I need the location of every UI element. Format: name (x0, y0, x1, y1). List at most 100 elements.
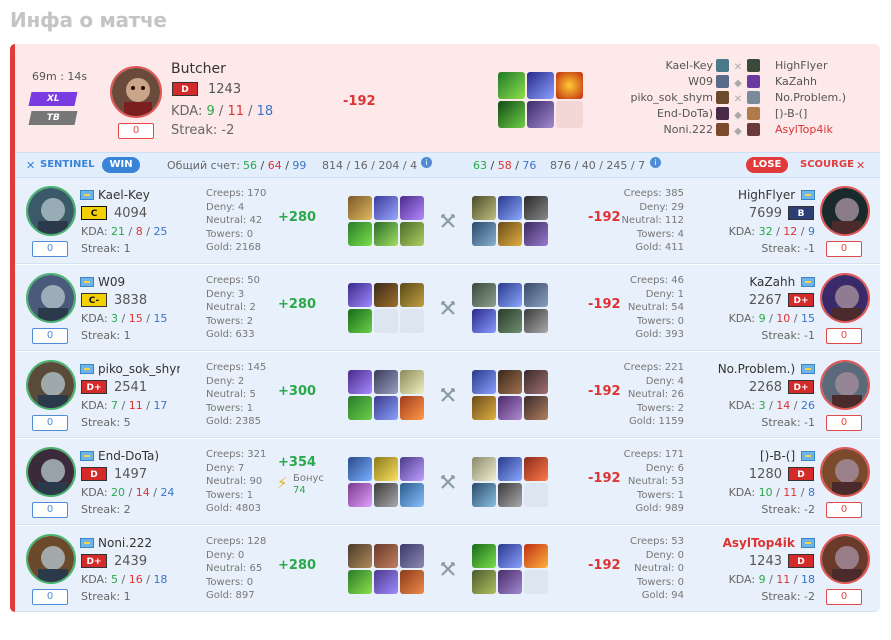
item-icon[interactable] (472, 570, 496, 594)
item-icon[interactable] (374, 570, 398, 594)
versus-left-name[interactable]: piko_sok_shym (610, 90, 713, 106)
item-icon[interactable] (400, 544, 424, 568)
left-player-avatar[interactable] (26, 186, 76, 236)
versus-right-name[interactable]: AsylTop4ik (775, 122, 875, 138)
right-player-name[interactable]: KaZahh (700, 275, 815, 289)
item-icon[interactable] (498, 396, 522, 420)
left-player-name[interactable]: End-DoTa) (80, 449, 180, 463)
item-icon[interactable] (524, 283, 548, 307)
right-score-badge[interactable]: 0 (826, 415, 862, 431)
right-score-badge[interactable]: 0 (826, 241, 862, 257)
item-icon[interactable] (472, 370, 496, 394)
left-score-badge[interactable]: 0 (32, 589, 68, 605)
item-icon[interactable] (524, 309, 548, 333)
item-icon[interactable] (527, 72, 554, 99)
item-icon[interactable] (400, 283, 424, 307)
left-player-name-text[interactable]: Noni.222 (98, 536, 152, 550)
right-player-name-text[interactable]: KaZahh (749, 275, 795, 289)
item-icon[interactable] (348, 457, 372, 481)
left-score-badge[interactable]: 0 (32, 241, 68, 257)
item-icon[interactable] (374, 222, 398, 246)
right-player-avatar[interactable] (820, 360, 870, 410)
item-icon[interactable] (472, 283, 496, 307)
left-player-name[interactable]: W09 (80, 275, 180, 289)
item-icon[interactable] (400, 457, 424, 481)
left-player-avatar[interactable] (26, 360, 76, 410)
right-player-name[interactable]: [)-B-(] (700, 449, 815, 463)
left-player-name[interactable]: piko_sok_shym (80, 362, 180, 376)
item-icon[interactable] (498, 457, 522, 481)
hero-avatar[interactable] (110, 66, 162, 118)
right-player-name-text[interactable]: AsylTop4ik (723, 536, 795, 550)
item-icon[interactable] (348, 196, 372, 220)
right-player-name[interactable]: No.Problem.) (700, 362, 815, 376)
item-icon[interactable] (400, 196, 424, 220)
right-score-badge[interactable]: 0 (826, 502, 862, 518)
versus-left-name[interactable]: End-DoTa) (610, 106, 713, 122)
versus-right-name[interactable]: KaZahh (775, 74, 875, 90)
item-icon[interactable] (524, 544, 548, 568)
item-icon[interactable] (348, 283, 372, 307)
item-icon[interactable] (472, 309, 496, 333)
right-player-name-text[interactable]: HighFlyer (738, 188, 795, 202)
item-icon[interactable] (400, 483, 424, 507)
item-icon[interactable] (472, 396, 496, 420)
item-icon[interactable] (527, 101, 554, 128)
right-player-avatar[interactable] (820, 273, 870, 323)
item-icon[interactable] (374, 283, 398, 307)
right-player-avatar[interactable] (820, 186, 870, 236)
item-icon[interactable] (472, 457, 496, 481)
item-icon[interactable] (374, 457, 398, 481)
versus-left-name[interactable]: W09 (610, 74, 713, 90)
info-icon[interactable]: i (650, 157, 661, 168)
item-icon[interactable] (498, 370, 522, 394)
item-icon[interactable] (498, 196, 522, 220)
item-icon[interactable] (348, 370, 372, 394)
left-player-name-text[interactable]: End-DoTa) (98, 449, 159, 463)
versus-left-name[interactable]: Kael-Key (610, 58, 714, 74)
item-icon[interactable] (348, 544, 372, 568)
item-icon[interactable] (472, 222, 496, 246)
item-icon[interactable] (400, 222, 424, 246)
versus-left-name[interactable]: Noni.222 (610, 122, 713, 138)
versus-right-name[interactable]: No.Problem.) (775, 90, 875, 106)
left-score-badge[interactable]: 0 (32, 502, 68, 518)
right-player-name[interactable]: HighFlyer (700, 188, 815, 202)
left-player-avatar[interactable] (26, 447, 76, 497)
item-icon[interactable] (556, 72, 583, 99)
item-icon[interactable] (498, 483, 522, 507)
item-icon[interactable] (498, 101, 525, 128)
right-player-avatar[interactable] (820, 447, 870, 497)
left-score-badge[interactable]: 0 (32, 328, 68, 344)
hero-score-badge[interactable]: 0 (118, 123, 154, 139)
item-icon[interactable] (348, 309, 372, 333)
item-icon[interactable] (524, 196, 548, 220)
item-icon[interactable] (374, 544, 398, 568)
right-player-name[interactable]: AsylTop4ik (700, 536, 815, 550)
right-player-name-text[interactable]: No.Problem.) (718, 362, 795, 376)
hero-player-name[interactable]: Butcher (171, 61, 226, 77)
left-player-avatar[interactable] (26, 534, 76, 584)
versus-right-name[interactable]: [)-B-(] (775, 106, 875, 122)
right-player-name-text[interactable]: [)-B-(] (760, 449, 795, 463)
right-score-badge[interactable]: 0 (826, 328, 862, 344)
left-player-avatar[interactable] (26, 273, 76, 323)
item-icon[interactable] (524, 396, 548, 420)
item-icon[interactable] (348, 222, 372, 246)
item-icon[interactable] (400, 570, 424, 594)
item-icon[interactable] (374, 396, 398, 420)
item-icon[interactable] (524, 457, 548, 481)
item-icon[interactable] (524, 222, 548, 246)
item-icon[interactable] (348, 570, 372, 594)
item-icon[interactable] (472, 544, 496, 568)
left-player-name-text[interactable]: W09 (98, 275, 125, 289)
item-icon[interactable] (348, 396, 372, 420)
item-icon[interactable] (498, 570, 522, 594)
item-icon[interactable] (374, 196, 398, 220)
item-icon[interactable] (498, 283, 522, 307)
item-icon[interactable] (374, 370, 398, 394)
item-icon[interactable] (498, 72, 525, 99)
item-icon[interactable] (400, 396, 424, 420)
info-icon[interactable]: i (421, 157, 432, 168)
left-player-name[interactable]: Kael-Key (80, 188, 180, 202)
